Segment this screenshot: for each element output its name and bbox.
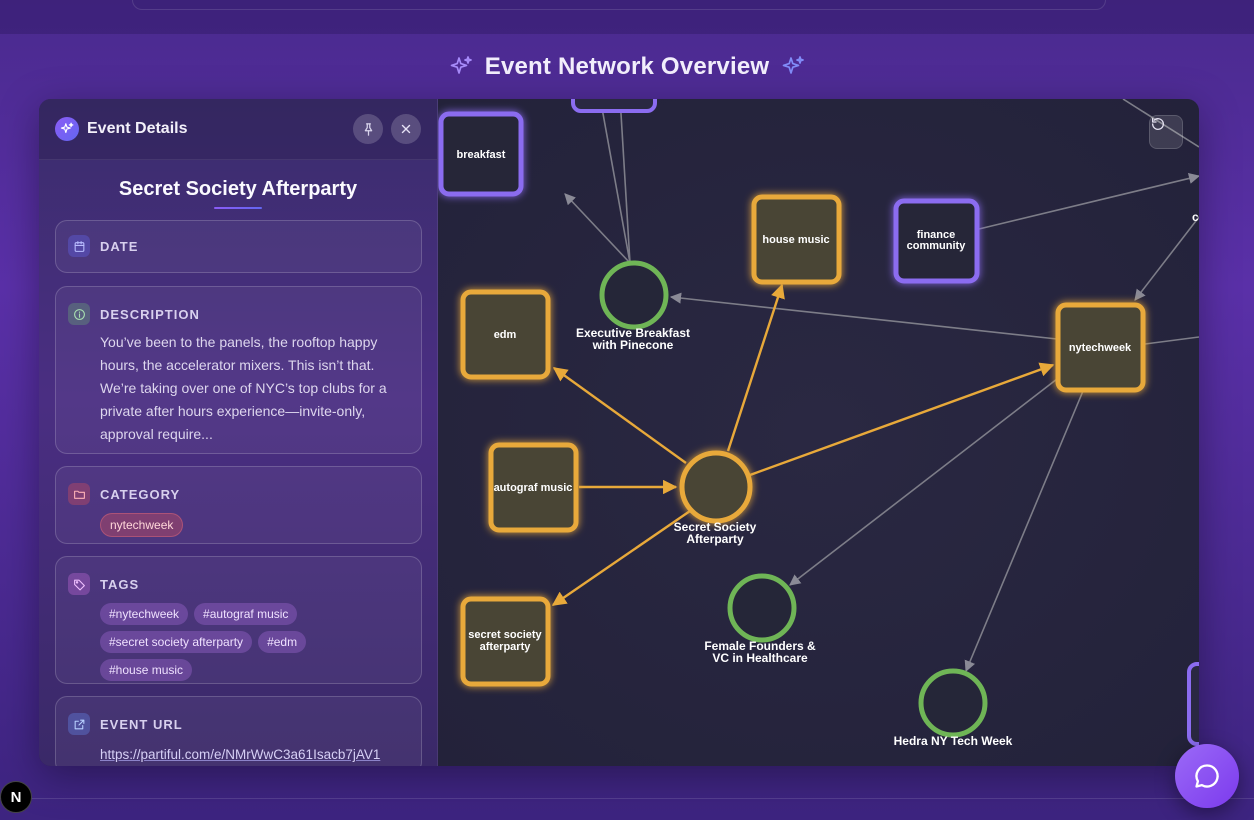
network-card: Event Details Secret Society Afterparty	[39, 99, 1199, 766]
title-underline	[214, 207, 262, 209]
tag-pill[interactable]: #secret society afterparty	[100, 631, 253, 653]
node-autograf-music[interactable]: autograf music	[488, 442, 579, 533]
event-url-label: EVENT URL	[100, 716, 183, 732]
svg-text:afterparty: afterparty	[480, 641, 532, 653]
panel-title: Event Details	[87, 120, 188, 137]
panel-header: Event Details	[39, 99, 437, 160]
event-details-panel: Event Details Secret Society Afterparty	[39, 99, 438, 766]
tags-section: TAGS #nytechweek #autograf music #secret s…	[55, 556, 422, 684]
tag-node-partial[interactable]	[571, 99, 657, 113]
page-title: Event Network Overview	[484, 53, 770, 80]
tag-icon	[68, 573, 90, 595]
tag-pill[interactable]: #autograf music	[194, 603, 298, 625]
category-label: CATEGORY	[100, 486, 181, 502]
node-nytechweek[interactable]: nytechweek	[1055, 302, 1146, 393]
external-link-icon	[68, 713, 90, 735]
chat-button[interactable]	[1175, 744, 1239, 808]
node-female-founders[interactable]: Female Founders & VC in Healthcare	[704, 573, 816, 665]
svg-text:nytechweek: nytechweek	[1069, 342, 1132, 354]
event-url-link[interactable]: https://partiful.com/e/NMrWwC3a61Isacb7j…	[100, 747, 380, 762]
folder-icon	[68, 483, 90, 505]
svg-text:VC in Healthcare: VC in Healthcare	[712, 651, 808, 665]
svg-text:secret society: secret society	[468, 629, 542, 641]
node-breakfast[interactable]: breakfast	[438, 111, 524, 197]
node-house-music[interactable]: house music	[751, 194, 842, 285]
tag-pill[interactable]: #house music	[100, 659, 193, 681]
svg-text:house music: house music	[762, 234, 829, 246]
node-secret-society-afterparty[interactable]: Secret Society Afterparty	[674, 450, 757, 546]
refresh-icon	[1152, 118, 1164, 130]
sparkle-icon	[449, 55, 473, 79]
description-text: You’ve been to the panels, the rooftop h…	[100, 334, 387, 442]
nextjs-badge[interactable]: N	[0, 781, 32, 813]
svg-text:breakfast: breakfast	[457, 149, 506, 161]
description-label: DESCRIPTION	[100, 306, 200, 322]
node-secret-society-afterparty-tag[interactable]: secret society afterparty	[460, 596, 551, 687]
description-section: DESCRIPTION You’ve been to the panels, t…	[55, 286, 422, 454]
node-hedra-ny-tech-week[interactable]: Hedra NY Tech Week	[894, 668, 1013, 748]
info-icon	[68, 303, 90, 325]
network-graph[interactable]: c breakfast house music finance communit…	[438, 99, 1199, 766]
svg-text:with Pinecone: with Pinecone	[592, 338, 674, 352]
tag-node-partial[interactable]	[1187, 662, 1199, 746]
graph-canvas[interactable]: c breakfast house music finance communit…	[438, 99, 1199, 766]
category-section: CATEGORY nytechweek	[55, 466, 422, 544]
node-edm[interactable]: edm	[460, 289, 551, 380]
tags-label: TAGS	[100, 576, 140, 592]
reset-view-button[interactable]	[1149, 115, 1183, 149]
chat-bubble-icon	[1195, 764, 1219, 788]
svg-text:community: community	[907, 240, 967, 252]
category-pill: nytechweek	[100, 513, 184, 537]
page-header: Event Network Overview	[0, 48, 1254, 86]
svg-text:edm: edm	[494, 329, 517, 341]
node-executive-breakfast[interactable]: Executive Breakfast with Pinecone	[576, 260, 690, 352]
top-navigation-strip	[132, 0, 1106, 10]
close-icon	[401, 124, 411, 134]
sparkle-icon	[55, 117, 79, 141]
svg-text:autograf music: autograf music	[494, 482, 573, 494]
node-finance-community[interactable]: finance community	[893, 198, 980, 284]
tag-pill[interactable]: #nytechweek	[100, 603, 189, 625]
event-url-section: EVENT URL https://partiful.com/e/NMrWwC3…	[55, 696, 422, 766]
date-label: DATE	[100, 238, 139, 254]
event-title: Secret Society Afterparty	[118, 178, 358, 200]
pin-button[interactable]	[353, 114, 383, 144]
svg-text:Afterparty: Afterparty	[686, 532, 744, 546]
date-section: DATE	[55, 220, 422, 273]
sparkle-icon	[781, 55, 805, 79]
pin-icon	[364, 122, 372, 136]
tag-pill[interactable]: #edm	[258, 631, 307, 653]
footer-divider	[0, 798, 1254, 799]
calendar-icon	[68, 235, 90, 257]
close-button[interactable]	[391, 114, 421, 144]
node-label-partial: c	[1192, 210, 1199, 224]
svg-text:Hedra NY Tech Week: Hedra NY Tech Week	[894, 734, 1013, 748]
